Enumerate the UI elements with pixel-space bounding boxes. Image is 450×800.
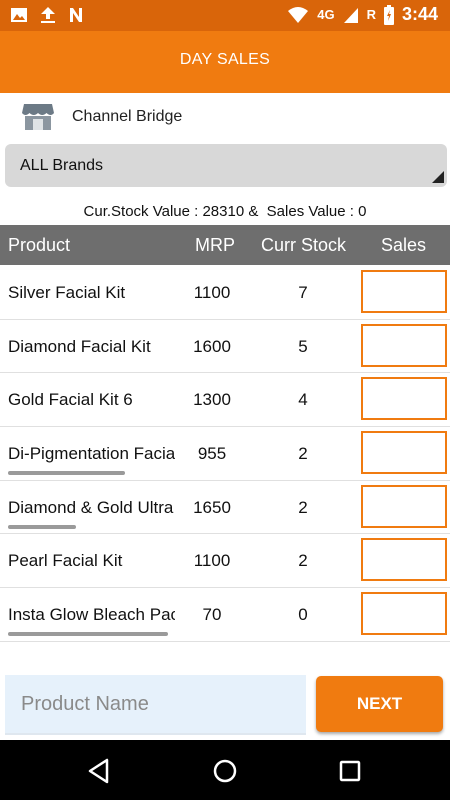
sales-input[interactable] (361, 538, 447, 582)
product-name-search-input[interactable] (5, 675, 306, 735)
product-stock: 7 (298, 283, 308, 302)
sales-input[interactable] (361, 592, 447, 636)
roaming-indicator: R (366, 7, 376, 22)
next-button[interactable]: NEXT (316, 676, 443, 732)
home-icon[interactable] (210, 756, 240, 786)
stock-summary-text: Cur.Stock Value : 28310 & Sales Value : … (83, 203, 367, 220)
sales-input[interactable] (361, 377, 447, 421)
product-stock: 2 (298, 497, 308, 517)
upload-notification-icon (41, 7, 55, 23)
sales-input[interactable] (361, 270, 447, 313)
sales-input[interactable] (361, 431, 447, 475)
product-name: Diamond & Gold Ultra (8, 497, 174, 517)
product-stock: 0 (298, 605, 308, 625)
recents-icon[interactable] (335, 756, 365, 786)
brand-select[interactable]: ALL Brands (5, 144, 447, 187)
channel-row: Channel Bridge (0, 98, 450, 138)
sales-input[interactable] (361, 323, 447, 367)
battery-icon (383, 4, 394, 25)
table-row: Gold Facial Kit 6 1300 4 (0, 373, 450, 428)
app-bar: DAY SALES (0, 31, 450, 93)
table-row: Silver Facial Kit 1100 7 (0, 266, 450, 320)
sales-input[interactable] (361, 484, 447, 528)
scroll-indicator (8, 471, 125, 476)
product-stock: 4 (298, 390, 308, 410)
network-type: 4G (317, 7, 335, 22)
n-notification-icon (70, 8, 82, 22)
product-name: Di-Pigmentation Facial Kit (8, 444, 175, 464)
scroll-indicator (8, 632, 168, 637)
product-mrp: 1100 (193, 551, 231, 571)
brand-select-value: ALL Brands (20, 157, 104, 174)
header-mrp: MRP (195, 235, 235, 255)
clock: 3:44 (401, 4, 438, 24)
product-name: Diamond Facial Kit (8, 336, 151, 356)
product-table: Silver Facial Kit 1100 7 Diamond Facial … (0, 266, 450, 642)
signal-icon (343, 7, 358, 23)
table-row: Diamond Facial Kit 1600 5 (0, 320, 450, 374)
product-stock: 2 (298, 551, 308, 571)
channel-name: Channel Bridge (72, 108, 183, 125)
dropdown-arrow-icon (432, 171, 444, 183)
gallery-notification-icon (11, 8, 27, 22)
navigation-bar (0, 740, 450, 800)
table-row: Diamond & Gold Ultra 1650 2 (0, 481, 450, 535)
product-mrp: 1300 (193, 390, 231, 410)
product-mrp: 70 (202, 605, 222, 625)
product-stock: 5 (298, 336, 308, 356)
page-title: DAY SALES (179, 51, 271, 68)
stock-summary: Cur.Stock Value : 28310 & Sales Value : … (0, 203, 450, 220)
status-bar: 4G R 3:44 (0, 0, 450, 31)
table-row: Pearl Facial Kit 1100 2 (0, 534, 450, 589)
table-header: Product MRP Curr Stock Sales (0, 225, 450, 265)
product-name: Pearl Facial Kit (8, 551, 123, 571)
wifi-icon (288, 6, 309, 23)
product-mrp: 1100 (193, 283, 231, 302)
product-name: Silver Facial Kit (8, 283, 126, 302)
header-sales: Sales (381, 235, 427, 255)
scroll-indicator (8, 524, 76, 529)
product-name: Insta Glow Bleach Pack (8, 605, 175, 625)
product-name: Gold Facial Kit 6 (8, 390, 133, 410)
product-mrp: 1600 (193, 336, 231, 356)
table-row: Insta Glow Bleach Pack 70 0 (0, 588, 450, 642)
storefront-icon (22, 104, 54, 130)
header-curr-stock: Curr Stock (261, 235, 347, 255)
product-mrp: 955 (197, 444, 227, 464)
table-row: Di-Pigmentation Facial Kit 955 2 (0, 427, 450, 481)
product-mrp: 1650 (193, 497, 231, 517)
back-icon[interactable] (85, 756, 115, 786)
product-stock: 2 (298, 444, 308, 464)
header-product: Product (8, 235, 71, 255)
